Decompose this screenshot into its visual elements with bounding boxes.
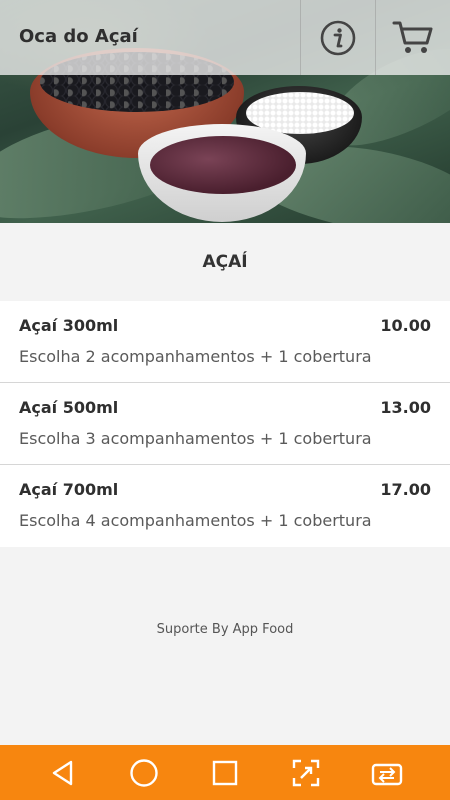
cast-button[interactable]	[365, 751, 409, 795]
cart-icon	[392, 21, 433, 53]
item-description: Escolha 4 acompanhamentos + 1 cobertura	[19, 511, 372, 530]
home-icon	[130, 758, 158, 787]
recents-button[interactable]	[203, 751, 247, 795]
menu-list: Açaí 300ml 10.00 Escolha 2 acompanhament…	[0, 301, 450, 547]
item-name: Açaí 700ml	[19, 480, 119, 499]
item-price: 17.00	[380, 480, 431, 499]
home-button[interactable]	[122, 751, 166, 795]
item-name: Açaí 500ml	[19, 398, 119, 417]
back-button[interactable]	[41, 751, 85, 795]
info-icon	[320, 20, 356, 55]
cart-button[interactable]	[376, 0, 450, 75]
screenshot-icon	[292, 759, 320, 786]
item-name: Açaí 300ml	[19, 316, 119, 335]
menu-item[interactable]: Açaí 500ml 13.00 Escolha 3 acompanhament…	[0, 383, 450, 465]
item-description: Escolha 2 acompanhamentos + 1 cobertura	[19, 347, 372, 366]
menu-item[interactable]: Açaí 700ml 17.00 Escolha 4 acompanhament…	[0, 465, 450, 547]
app-bar: Oca do Açaí	[0, 0, 450, 75]
menu-item[interactable]: Açaí 300ml 10.00 Escolha 2 acompanhament…	[0, 301, 450, 383]
item-description: Escolha 3 acompanhamentos + 1 cobertura	[19, 429, 372, 448]
section-title: AÇAÍ	[202, 252, 248, 272]
screenshot-button[interactable]	[284, 751, 328, 795]
info-button[interactable]	[301, 0, 375, 75]
cast-icon	[372, 763, 403, 785]
item-price: 10.00	[380, 316, 431, 335]
recents-icon	[212, 760, 238, 785]
footer-credit: Suporte By App Food	[156, 622, 294, 637]
back-icon	[52, 760, 72, 785]
system-nav-bar	[0, 745, 450, 800]
app-title: Oca do Açaí	[19, 26, 138, 47]
item-price: 13.00	[380, 398, 431, 417]
